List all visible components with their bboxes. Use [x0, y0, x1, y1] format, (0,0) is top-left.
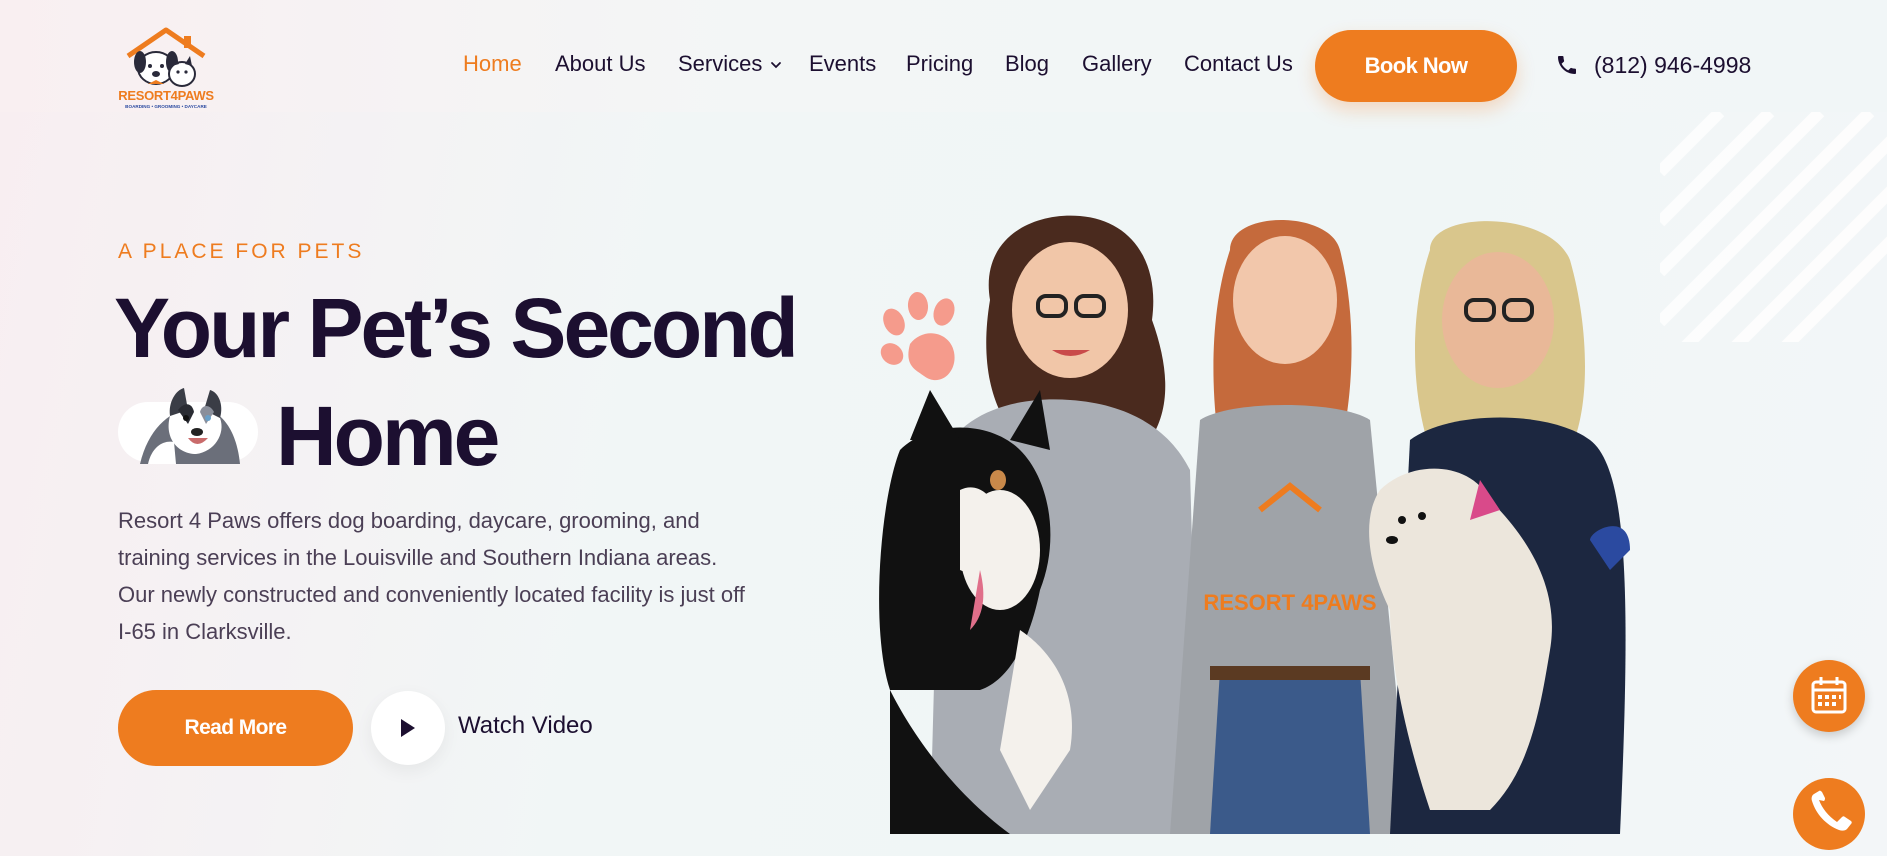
nav-item-gallery[interactable]: Gallery [1082, 51, 1152, 77]
logo-mark [126, 27, 206, 87]
floating-booking-button[interactable] [1793, 660, 1865, 732]
book-now-button[interactable]: Book Now [1315, 30, 1517, 102]
hero-eyebrow: A PLACE FOR PETS [118, 240, 365, 263]
logo-tagline: BOARDING • GROOMING • DAYCARE [125, 104, 207, 109]
hero-title-line-1: Your Pet’s Second [114, 281, 799, 375]
nav-item-pricing[interactable]: Pricing [906, 51, 973, 77]
hero-title-line-2: Home [276, 389, 500, 483]
phone-number-link[interactable]: (812) 946-4998 [1594, 52, 1751, 79]
nav-item-services[interactable]: Services [678, 51, 762, 77]
calendar-icon [1811, 677, 1847, 714]
hero-description: Resort 4 Paws offers dog boarding, dayca… [118, 508, 745, 644]
site-header: RESORT4PAWS BOARDING • GROOMING • DAYCAR… [0, 0, 1887, 112]
floating-call-button[interactable] [1793, 778, 1865, 850]
hero-dog-thumbnail [118, 388, 258, 464]
play-icon [401, 719, 415, 737]
australian-shepherd-image [140, 388, 240, 464]
nav-item-events[interactable]: Events [809, 51, 876, 77]
site-logo[interactable]: RESORT4PAWS BOARDING • GROOMING • DAYCAR… [118, 26, 214, 112]
nav-item-contact-us[interactable]: Contact Us [1184, 51, 1293, 77]
phone-icon [1558, 56, 1576, 74]
nav-item-home[interactable]: Home [463, 51, 522, 77]
read-more-button[interactable]: Read More [118, 690, 353, 766]
hero-staff-with-dogs-photo: RESORT 4PAWS [879, 215, 1630, 834]
nav-item-blog[interactable]: Blog [1005, 51, 1049, 77]
play-video-button[interactable] [371, 691, 445, 765]
nav-item-about-us[interactable]: About Us [555, 51, 646, 77]
logo-wordmark: RESORT4PAWS [118, 88, 214, 103]
shirt-logo: RESORT 4PAWS [1203, 590, 1376, 615]
chevron-down-icon[interactable] [770, 60, 782, 70]
watch-video-link[interactable]: Watch Video [458, 712, 593, 740]
phone-icon [1811, 790, 1852, 831]
